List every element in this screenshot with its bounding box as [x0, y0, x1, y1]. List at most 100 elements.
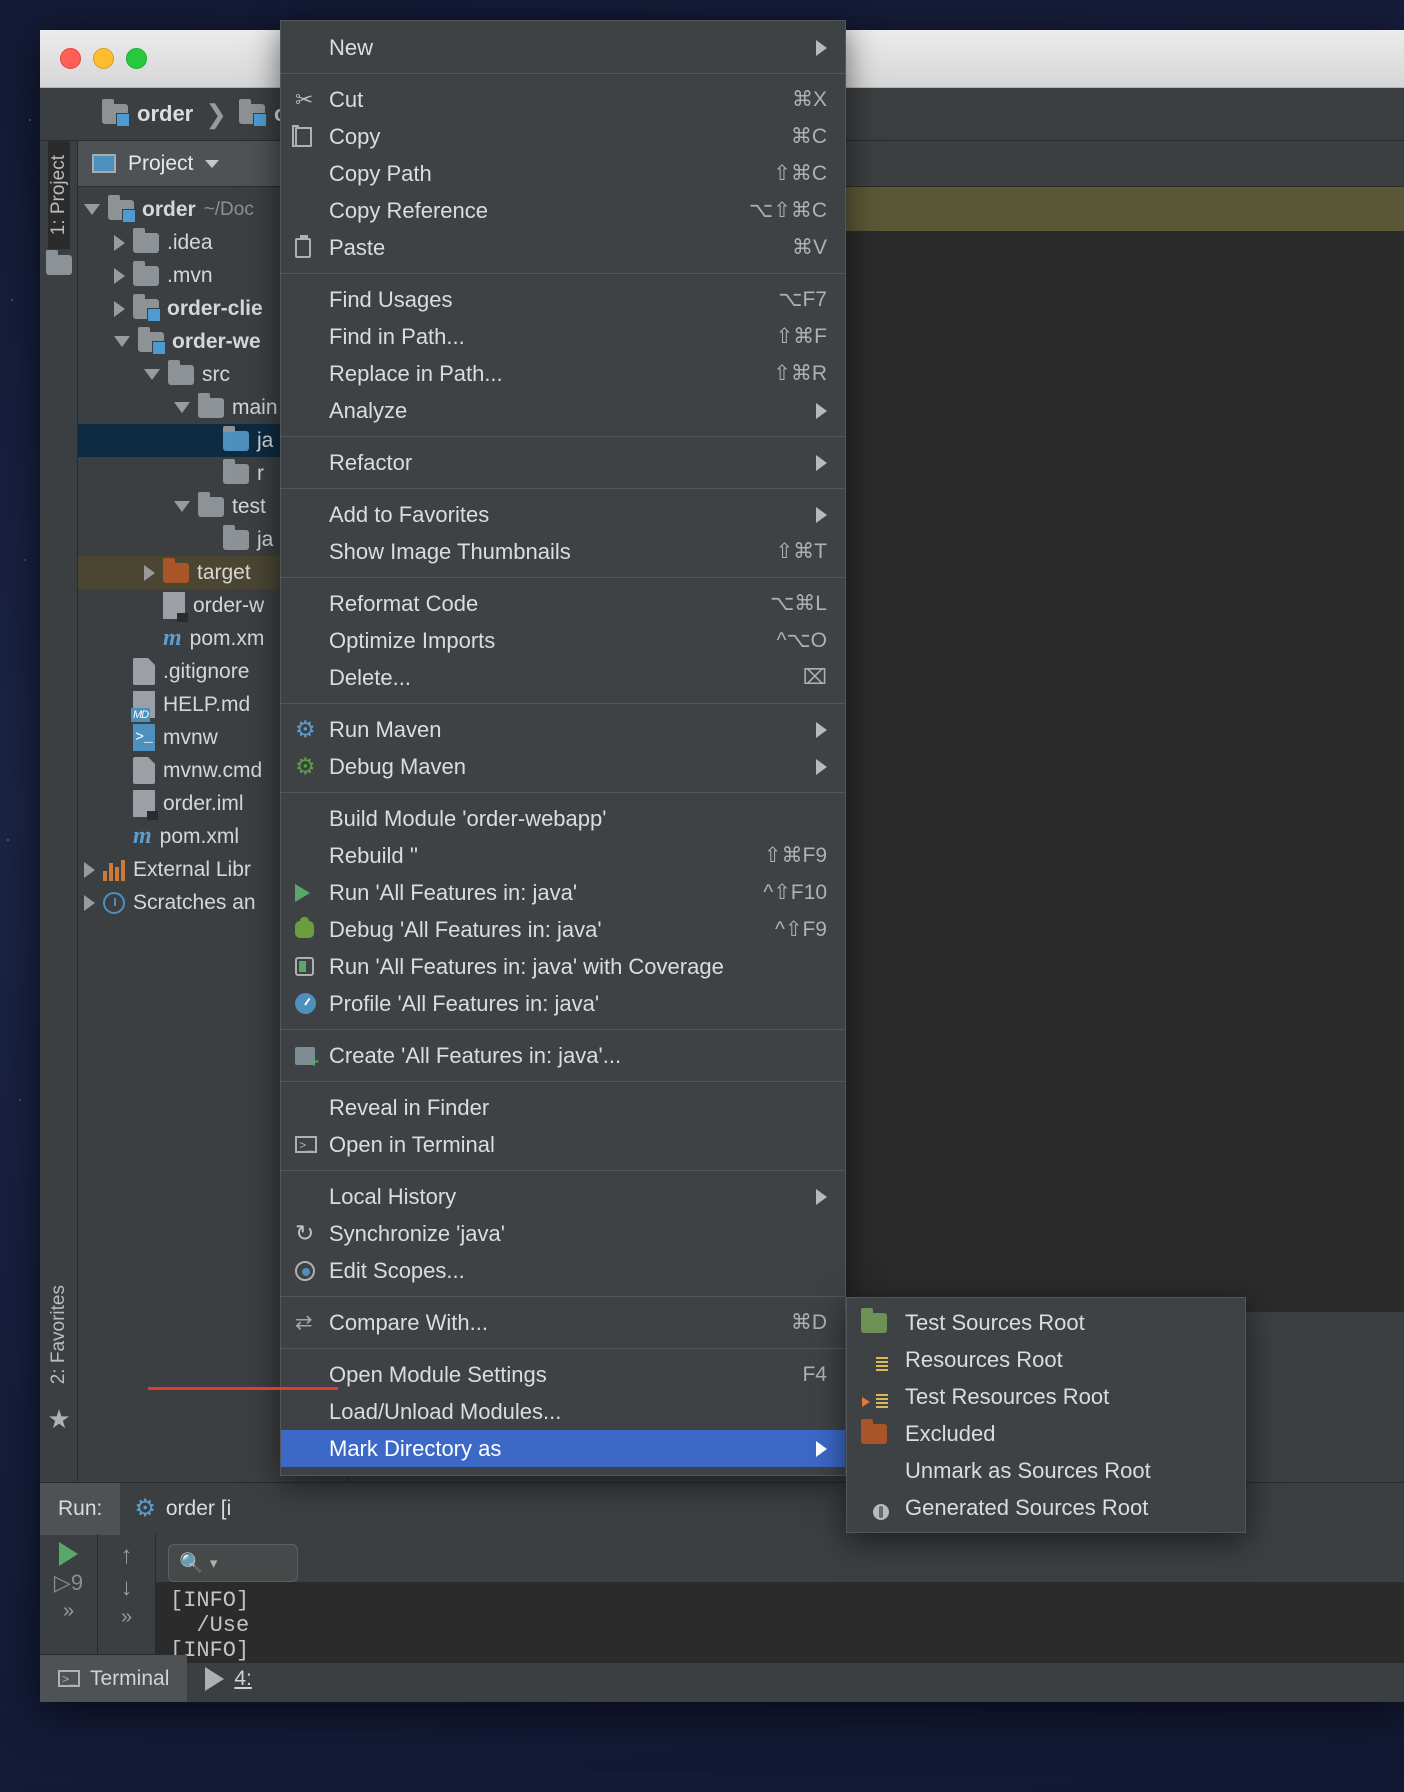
- run-panel-body: ▷9 » ↑ ↓ » 🔍 ▾ [INFO] /Use [INFO]: [40, 1534, 1404, 1663]
- menu-item[interactable]: Profile 'All Features in: java': [281, 985, 845, 1022]
- menu-item-label: Build Module 'order-webapp': [329, 805, 607, 831]
- expand-icon[interactable]: »: [121, 1606, 132, 1629]
- menu-item[interactable]: Find Usages ⌥F7: [281, 281, 845, 318]
- status-bar-run[interactable]: 4:: [187, 1655, 270, 1703]
- tree-item-label: .idea: [167, 230, 213, 254]
- chevron-down-icon[interactable]: [174, 501, 190, 512]
- menu-item[interactable]: Add to Favorites: [281, 496, 845, 533]
- menu-item[interactable]: Run 'All Features in: java' ^⇧F10: [281, 874, 845, 911]
- submenu-item[interactable]: Resources Root: [847, 1341, 1245, 1378]
- menu-item[interactable]: Reveal in Finder: [281, 1089, 845, 1126]
- menu-item[interactable]: Open Module Settings F4: [281, 1356, 845, 1393]
- chevron-down-icon[interactable]: [205, 159, 220, 168]
- menu-item[interactable]: Paste ⌘V: [281, 229, 845, 266]
- tree-item-label: Scratches an: [133, 890, 256, 914]
- menu-item-label: Reformat Code: [329, 590, 479, 616]
- submenu-item[interactable]: Test Sources Root: [847, 1304, 1245, 1341]
- menu-item[interactable]: Debug 'All Features in: java' ^⇧F9: [281, 911, 845, 948]
- status-bar-terminal[interactable]: >_ Terminal: [40, 1654, 188, 1702]
- tree-item-label: mvnw: [163, 725, 218, 749]
- test-sources-root-icon: [861, 1307, 887, 1333]
- chevron-right-icon[interactable]: [144, 564, 155, 581]
- menu-item[interactable]: Optimize Imports ^⌥O: [281, 622, 845, 659]
- sidebar-item-favorites[interactable]: 2: Favorites: [48, 1271, 70, 1398]
- chevron-right-icon[interactable]: [84, 861, 95, 878]
- excluded-icon: [861, 1418, 887, 1444]
- menu-item[interactable]: Run 'All Features in: java' with Coverag…: [281, 948, 845, 985]
- menu-item[interactable]: Copy Reference ⌥⇧⌘C: [281, 192, 845, 229]
- chevron-right-icon[interactable]: [114, 267, 125, 284]
- chevron-down-icon[interactable]: [84, 204, 100, 215]
- menu-item[interactable]: Reformat Code ⌥⌘L: [281, 585, 845, 622]
- menu-item-label: Synchronize 'java': [329, 1220, 505, 1246]
- chevron-down-icon[interactable]: ▾: [210, 1554, 218, 1572]
- tree-item-label: .gitignore: [163, 659, 250, 683]
- menu-item[interactable]: New: [281, 29, 845, 66]
- chevron-right-icon[interactable]: [114, 300, 125, 317]
- rerun-failed-icon[interactable]: ▷9: [54, 1570, 83, 1596]
- menu-item[interactable]: Analyze: [281, 392, 845, 429]
- menu-item[interactable]: Replace in Path... ⇧⌘R: [281, 355, 845, 392]
- menu-item-label: Find in Path...: [329, 323, 465, 349]
- menu-item-icon: [295, 234, 329, 258]
- menu-item-label: Run Maven: [329, 716, 442, 742]
- sidebar-item-project[interactable]: 1: Project: [48, 141, 70, 250]
- menu-item[interactable]: ⚙ Debug Maven: [281, 748, 845, 785]
- chevron-down-icon[interactable]: [144, 369, 160, 380]
- menu-item[interactable]: Copy ⌘C: [281, 118, 845, 155]
- menu-item-label: Find Usages: [329, 286, 453, 312]
- chevron-down-icon[interactable]: [114, 336, 130, 347]
- project-panel-title: Project: [128, 151, 194, 175]
- menu-item[interactable]: ↻ Synchronize 'java': [281, 1215, 845, 1252]
- menu-item-label: Copy: [329, 123, 381, 149]
- chevron-right-icon: [816, 1440, 827, 1457]
- chevron-right-icon[interactable]: [84, 894, 95, 911]
- menu-item[interactable]: ⚙ Run Maven: [281, 711, 845, 748]
- tree-item-label: order: [142, 197, 196, 221]
- compare-icon: ⇄: [295, 1311, 313, 1334]
- folder-icon: [198, 491, 224, 517]
- menu-item[interactable]: ✂ Cut ⌘X: [281, 81, 845, 118]
- run-actions-column-2[interactable]: ↑ ↓ »: [98, 1534, 156, 1654]
- submenu-item[interactable]: Generated Sources Root: [847, 1489, 1245, 1526]
- rerun-icon[interactable]: [59, 1542, 78, 1566]
- tree-item-label: mvnw.cmd: [163, 758, 263, 782]
- submenu-item[interactable]: Test Resources Root: [847, 1378, 1245, 1415]
- mark-directory-as-submenu[interactable]: Test Sources Root Resources Root Test Reso…: [846, 1297, 1246, 1533]
- menu-item[interactable]: >_ Open in Terminal: [281, 1126, 845, 1163]
- menu-item[interactable]: Refactor: [281, 444, 845, 481]
- expand-icon[interactable]: »: [63, 1600, 74, 1623]
- context-menu[interactable]: New ✂ Cut ⌘X Copy ⌘C Copy Path ⇧⌘C Copy Referenc…: [280, 20, 846, 1476]
- menu-item-label: Optimize Imports: [329, 627, 496, 653]
- menu-item[interactable]: Delete... ⌧: [281, 659, 845, 696]
- run-config-tab[interactable]: ⚙ order [i: [120, 1494, 245, 1523]
- project-icon: [92, 154, 116, 173]
- menu-item[interactable]: Find in Path... ⇧⌘F: [281, 318, 845, 355]
- arrow-down-icon[interactable]: ↓: [121, 1574, 133, 1602]
- text-file-icon: [133, 757, 155, 784]
- menu-item[interactable]: Local History: [281, 1178, 845, 1215]
- run-actions-column-1[interactable]: ▷9 »: [40, 1534, 98, 1654]
- chevron-right-icon: [816, 39, 827, 56]
- menu-item[interactable]: Copy Path ⇧⌘C: [281, 155, 845, 192]
- menu-item[interactable]: ⇄ Compare With... ⌘D: [281, 1304, 845, 1341]
- menu-item[interactable]: Mark Directory as: [281, 1430, 845, 1467]
- search-input[interactable]: 🔍 ▾: [168, 1544, 298, 1582]
- menu-item[interactable]: Edit Scopes...: [281, 1252, 845, 1289]
- folder-icon: [133, 260, 159, 286]
- menu-item[interactable]: Show Image Thumbnails ⇧⌘T: [281, 533, 845, 570]
- paste-icon: [295, 234, 311, 258]
- menu-item[interactable]: Rebuild '' ⇧⌘F9: [281, 837, 845, 874]
- menu-item[interactable]: Create 'All Features in: java'...: [281, 1037, 845, 1074]
- submenu-item[interactable]: Excluded: [847, 1415, 1245, 1452]
- chevron-right-icon[interactable]: [114, 234, 125, 251]
- menu-item[interactable]: Load/Unload Modules...: [281, 1393, 845, 1430]
- console-output: [INFO] /Use [INFO]: [156, 1582, 1404, 1663]
- submenu-item[interactable]: Unmark as Sources Root: [847, 1452, 1245, 1489]
- gear-green-icon: ⚙: [295, 753, 316, 779]
- menu-item[interactable]: Build Module 'order-webapp': [281, 800, 845, 837]
- status-bar-label: Terminal: [90, 1666, 170, 1690]
- breadcrumb-item-order[interactable]: order: [102, 99, 193, 127]
- arrow-up-icon[interactable]: ↑: [121, 1542, 133, 1570]
- chevron-down-icon[interactable]: [174, 402, 190, 413]
